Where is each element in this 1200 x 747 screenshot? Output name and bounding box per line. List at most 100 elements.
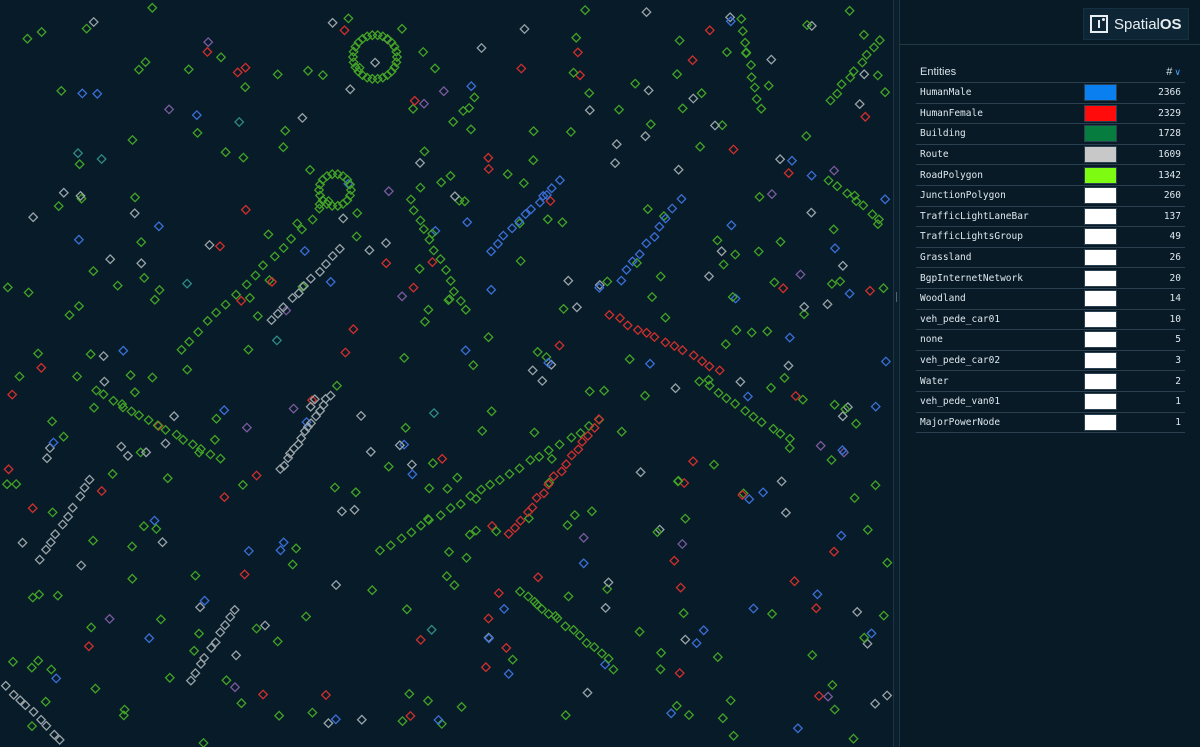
entity-row[interactable]: TrafficLightLaneBar 137 <box>916 207 1185 228</box>
entity-marker[interactable] <box>852 606 863 618</box>
entity-marker[interactable] <box>323 718 334 729</box>
entity-marker[interactable] <box>829 399 840 410</box>
entity-marker[interactable] <box>343 13 354 24</box>
entity-marker[interactable] <box>560 710 571 721</box>
entity-marker[interactable] <box>586 506 598 517</box>
entity-marker[interactable] <box>204 239 215 251</box>
entity-marker[interactable] <box>229 604 240 616</box>
entity-marker[interactable] <box>271 335 283 346</box>
entity-marker[interactable] <box>783 167 794 179</box>
entity-marker[interactable] <box>757 487 769 498</box>
entity-marker[interactable] <box>562 520 573 531</box>
entity-marker[interactable] <box>504 468 515 480</box>
entity-marker[interactable] <box>83 641 95 652</box>
entity-marker[interactable] <box>660 312 671 323</box>
entity-marker[interactable] <box>136 236 147 248</box>
entity-marker[interactable] <box>397 715 408 727</box>
entity-marker[interactable] <box>287 559 298 570</box>
entity-marker[interactable] <box>642 203 653 215</box>
entity-marker[interactable] <box>563 591 574 602</box>
entity-marker[interactable] <box>126 541 138 552</box>
entity-marker[interactable] <box>609 157 621 169</box>
entity-marker[interactable] <box>52 590 63 601</box>
entity-marker[interactable] <box>677 538 688 550</box>
entity-marker[interactable] <box>498 603 510 615</box>
entity-marker[interactable] <box>250 270 261 281</box>
entity-marker[interactable] <box>27 503 38 514</box>
entity-marker[interactable] <box>458 105 469 117</box>
entity-marker[interactable] <box>581 637 592 649</box>
entity-marker[interactable] <box>879 87 891 98</box>
entity-marker[interactable] <box>720 339 731 350</box>
entity-marker[interactable] <box>737 25 748 37</box>
entity-marker[interactable] <box>515 255 526 267</box>
entity-marker[interactable] <box>437 453 448 464</box>
entity-marker[interactable] <box>424 234 435 245</box>
entity-marker[interactable] <box>604 309 615 321</box>
entity-marker[interactable] <box>584 386 595 397</box>
entity-marker[interactable] <box>305 273 316 284</box>
entity-marker[interactable] <box>694 376 705 387</box>
entity-marker[interactable] <box>674 35 685 46</box>
entity-row[interactable]: MajorPowerNode 1 <box>916 413 1185 434</box>
entity-marker[interactable] <box>118 345 129 356</box>
entity-marker[interactable] <box>792 723 804 734</box>
entity-marker[interactable] <box>445 275 456 286</box>
entity-marker[interactable] <box>815 440 826 451</box>
entity-marker[interactable] <box>596 648 608 659</box>
entity-marker[interactable] <box>143 414 154 426</box>
entity-marker[interactable] <box>828 546 840 557</box>
entity-marker[interactable] <box>448 116 459 127</box>
entity-marker[interactable] <box>406 459 418 470</box>
entity-marker[interactable] <box>408 205 419 216</box>
entity-marker[interactable] <box>641 238 652 249</box>
entity-marker[interactable] <box>503 528 514 539</box>
entity-marker[interactable] <box>314 266 326 277</box>
entity-marker[interactable] <box>568 624 579 636</box>
entity-marker[interactable] <box>240 81 251 93</box>
entity-marker[interactable] <box>129 208 140 219</box>
entity-marker[interactable] <box>140 447 152 458</box>
entity-color-swatch[interactable] <box>1084 146 1117 164</box>
entity-marker[interactable] <box>23 287 34 298</box>
entity-marker[interactable] <box>784 442 795 454</box>
entity-marker[interactable] <box>35 714 47 725</box>
entity-marker[interactable] <box>355 410 367 422</box>
entity-marker[interactable] <box>525 454 536 466</box>
entity-marker[interactable] <box>135 447 146 458</box>
entity-marker[interactable] <box>28 706 39 717</box>
entity-marker[interactable] <box>278 242 289 254</box>
entity-marker[interactable] <box>844 288 855 299</box>
entity-marker[interactable] <box>680 634 691 645</box>
entity-marker[interactable] <box>251 623 262 634</box>
entity-marker[interactable] <box>503 668 514 680</box>
entity-marker[interactable] <box>746 327 757 338</box>
entity-marker[interactable] <box>281 305 292 316</box>
entity-marker[interactable] <box>465 124 477 135</box>
entity-marker[interactable] <box>751 93 762 105</box>
entity-marker[interactable] <box>57 519 68 530</box>
entity-marker[interactable] <box>486 284 497 295</box>
entity-marker[interactable] <box>443 546 455 558</box>
entity-marker[interactable] <box>748 411 759 422</box>
entity-marker[interactable] <box>351 231 362 242</box>
entity-marker[interactable] <box>775 236 786 247</box>
entity-marker[interactable] <box>51 673 62 684</box>
entity-marker[interactable] <box>157 537 168 548</box>
entity-marker[interactable] <box>396 533 407 544</box>
entity-marker[interactable] <box>221 675 232 686</box>
entity-marker[interactable] <box>765 382 777 393</box>
entity-map-viewport[interactable] <box>0 0 893 747</box>
entity-marker[interactable] <box>73 300 85 312</box>
entity-marker[interactable] <box>832 88 843 99</box>
entity-marker[interactable] <box>694 141 706 152</box>
entity-marker[interactable] <box>380 237 392 249</box>
entity-marker[interactable] <box>775 428 786 439</box>
entity-marker[interactable] <box>630 78 641 89</box>
entity-color-swatch[interactable] <box>1084 166 1117 184</box>
entity-marker[interactable] <box>858 200 869 211</box>
entity-marker[interactable] <box>655 664 666 675</box>
entity-marker[interactable] <box>844 5 855 16</box>
entity-marker[interactable] <box>882 557 893 568</box>
entity-marker[interactable] <box>381 258 392 269</box>
